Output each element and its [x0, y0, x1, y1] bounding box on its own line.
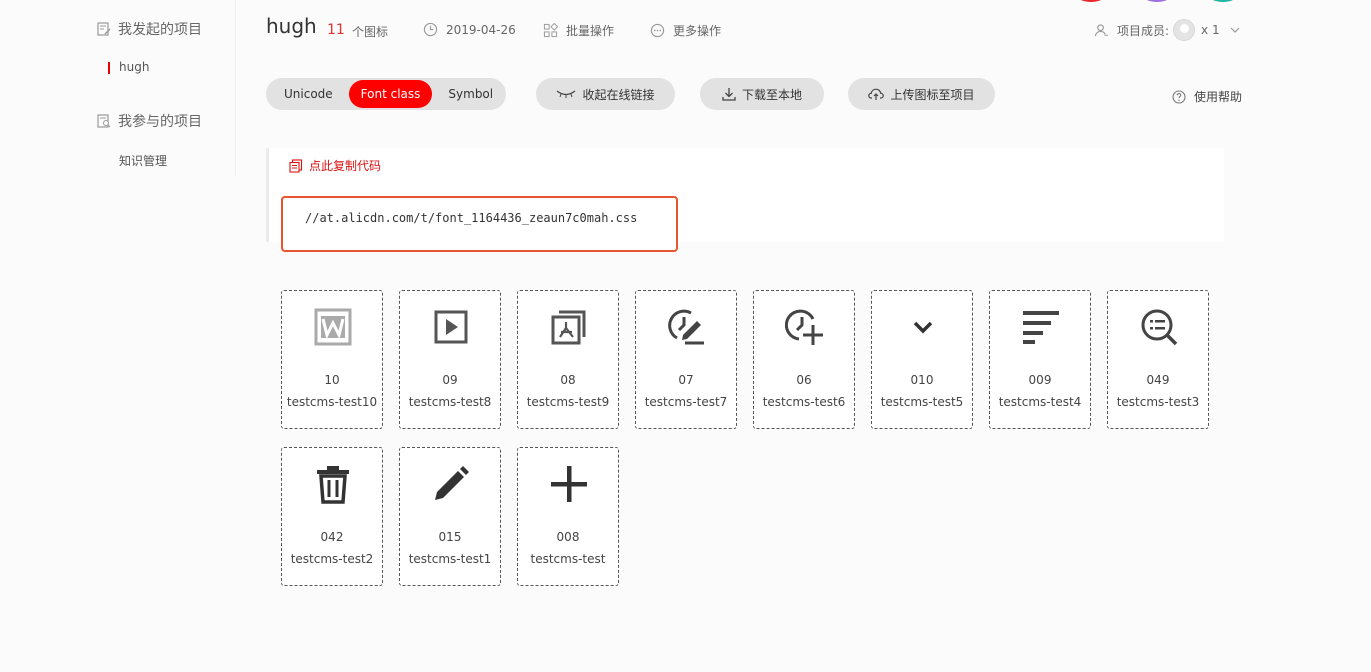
icon-name: testcms-test7 [644, 395, 728, 409]
icon-code: 015 [438, 530, 462, 544]
icon-name: testcms-test1 [408, 552, 492, 566]
help-link[interactable]: 使用帮助 [1172, 88, 1242, 105]
top-avatar-purple [1139, 0, 1175, 2]
project-date: 2019-04-26 [423, 22, 516, 37]
align-left-icon [1023, 311, 1059, 344]
project-search-icon [97, 114, 111, 128]
members-label: 项目成员: [1117, 23, 1170, 38]
icon-code: 07 [678, 373, 694, 387]
collapse-link-button[interactable]: 收起在线链接 [536, 78, 675, 110]
trash-icon [317, 466, 349, 504]
project-members[interactable]: 项目成员: x 1 [1094, 19, 1240, 41]
sidebar-item-hugh[interactable]: hugh [107, 60, 150, 74]
upload-button[interactable]: 上传图标至项目 [848, 78, 995, 110]
icon-card-testcms-test[interactable]: 008 testcms-test [517, 447, 619, 586]
play-icon [434, 310, 468, 344]
icon-card-testcms-test9[interactable]: 08 testcms-test9 [517, 290, 619, 429]
icon-card-testcms-test6[interactable]: 06 testcms-test6 [753, 290, 855, 429]
eye-closed-icon [557, 90, 576, 98]
chevron-down-icon [1230, 27, 1240, 33]
chevron-down-icon [913, 321, 933, 334]
collapse-link-label: 收起在线链接 [582, 87, 655, 102]
joined-projects-heading[interactable]: 我参与的项目 [96, 111, 202, 131]
more-ops-button[interactable]: 更多操作 [650, 22, 721, 39]
icon-code: 06 [796, 373, 812, 387]
code-type-tabs: Unicode Font class Symbol [266, 78, 506, 110]
sidebar-item-label: hugh [119, 60, 150, 74]
icon-name: testcms-test6 [762, 395, 846, 409]
more-ops-label: 更多操作 [673, 24, 722, 38]
project-edit-icon [97, 22, 111, 36]
sidebar: 我发起的项目 hugh 我参与的项目 知识管理 [0, 0, 236, 176]
date-label: 2019-04-26 [446, 22, 516, 37]
clock-edit-icon [668, 309, 704, 345]
cloud-upload-icon [868, 88, 885, 100]
batch-ops-button[interactable]: 批量操作 [543, 22, 614, 39]
question-icon [1172, 89, 1186, 104]
icon-code: 049 [1146, 373, 1170, 387]
help-label: 使用帮助 [1194, 90, 1243, 104]
icon-name: testcms-test [530, 552, 606, 566]
icon-card-testcms-test3[interactable]: 049 testcms-test3 [1107, 290, 1209, 429]
sidebar-item-label: 知识管理 [119, 154, 168, 168]
download-button[interactable]: 下载至本地 [700, 78, 824, 110]
my-projects-heading-label: 我发起的项目 [118, 22, 202, 38]
top-avatar-teal [1205, 0, 1241, 2]
icon-card-testcms-test10[interactable]: 10 testcms-test10 [281, 290, 383, 429]
grid-icon [543, 23, 558, 38]
copy-icon [289, 158, 303, 173]
my-projects-heading[interactable]: 我发起的项目 [96, 19, 202, 39]
copy-code-button[interactable]: 点此复制代码 [289, 157, 381, 174]
word-icon [314, 308, 352, 346]
code-url: //at.alicdn.com/t/font_1164436_zeaun7c0m… [305, 211, 638, 225]
download-icon [722, 88, 736, 101]
icon-name: testcms-test3 [1116, 395, 1200, 409]
icon-code: 08 [560, 373, 576, 387]
icon-name: testcms-test8 [408, 395, 492, 409]
batch-ops-label: 批量操作 [566, 24, 615, 38]
sidebar-item-knowledge[interactable]: 知识管理 [119, 152, 167, 169]
icon-name: testcms-test10 [286, 395, 378, 409]
icon-card-testcms-test1[interactable]: 015 testcms-test1 [399, 447, 501, 586]
download-label: 下载至本地 [741, 87, 802, 102]
icon-code: 010 [910, 373, 934, 387]
project-title: hugh [266, 14, 317, 38]
icon-code: 008 [556, 530, 580, 544]
icon-code: 009 [1028, 373, 1052, 387]
icon-code: 09 [442, 373, 458, 387]
search-list-icon [1141, 309, 1178, 346]
upload-label: 上传图标至项目 [890, 87, 975, 102]
user-icon [1094, 23, 1109, 36]
tab-font-class[interactable]: Font class [348, 80, 433, 108]
clock-add-icon [785, 309, 823, 345]
icon-name: testcms-test5 [880, 395, 964, 409]
pdf-icon [551, 310, 586, 345]
icon-card-testcms-test4[interactable]: 009 testcms-test4 [989, 290, 1091, 429]
icon-card-testcms-test7[interactable]: 07 testcms-test7 [635, 290, 737, 429]
avatar [1173, 19, 1196, 41]
icon-name: testcms-test9 [526, 395, 610, 409]
icon-count: 11 [327, 22, 345, 38]
joined-projects-heading-label: 我参与的项目 [118, 114, 202, 130]
icon-code: 042 [320, 530, 344, 544]
code-url-box[interactable]: //at.alicdn.com/t/font_1164436_zeaun7c0m… [281, 196, 678, 252]
icon-card-testcms-test2[interactable]: 042 testcms-test2 [281, 447, 383, 586]
icon-card-testcms-test8[interactable]: 09 testcms-test8 [399, 290, 501, 429]
copy-code-label: 点此复制代码 [309, 159, 382, 173]
tab-symbol[interactable]: Symbol [436, 80, 505, 108]
icon-code: 10 [324, 373, 340, 387]
icon-name: testcms-test4 [998, 395, 1082, 409]
icon-name: testcms-test2 [290, 552, 374, 566]
icon-count-label: 个图标 [352, 25, 389, 39]
member-count: x 1 [1201, 23, 1220, 37]
clock-icon [423, 22, 438, 37]
top-avatar-red [1073, 0, 1109, 2]
tab-unicode[interactable]: Unicode [272, 80, 345, 108]
plus-icon [551, 466, 587, 502]
more-dots-icon [650, 23, 665, 38]
pencil-icon [435, 466, 469, 500]
icon-card-testcms-test5[interactable]: 010 testcms-test5 [871, 290, 973, 429]
